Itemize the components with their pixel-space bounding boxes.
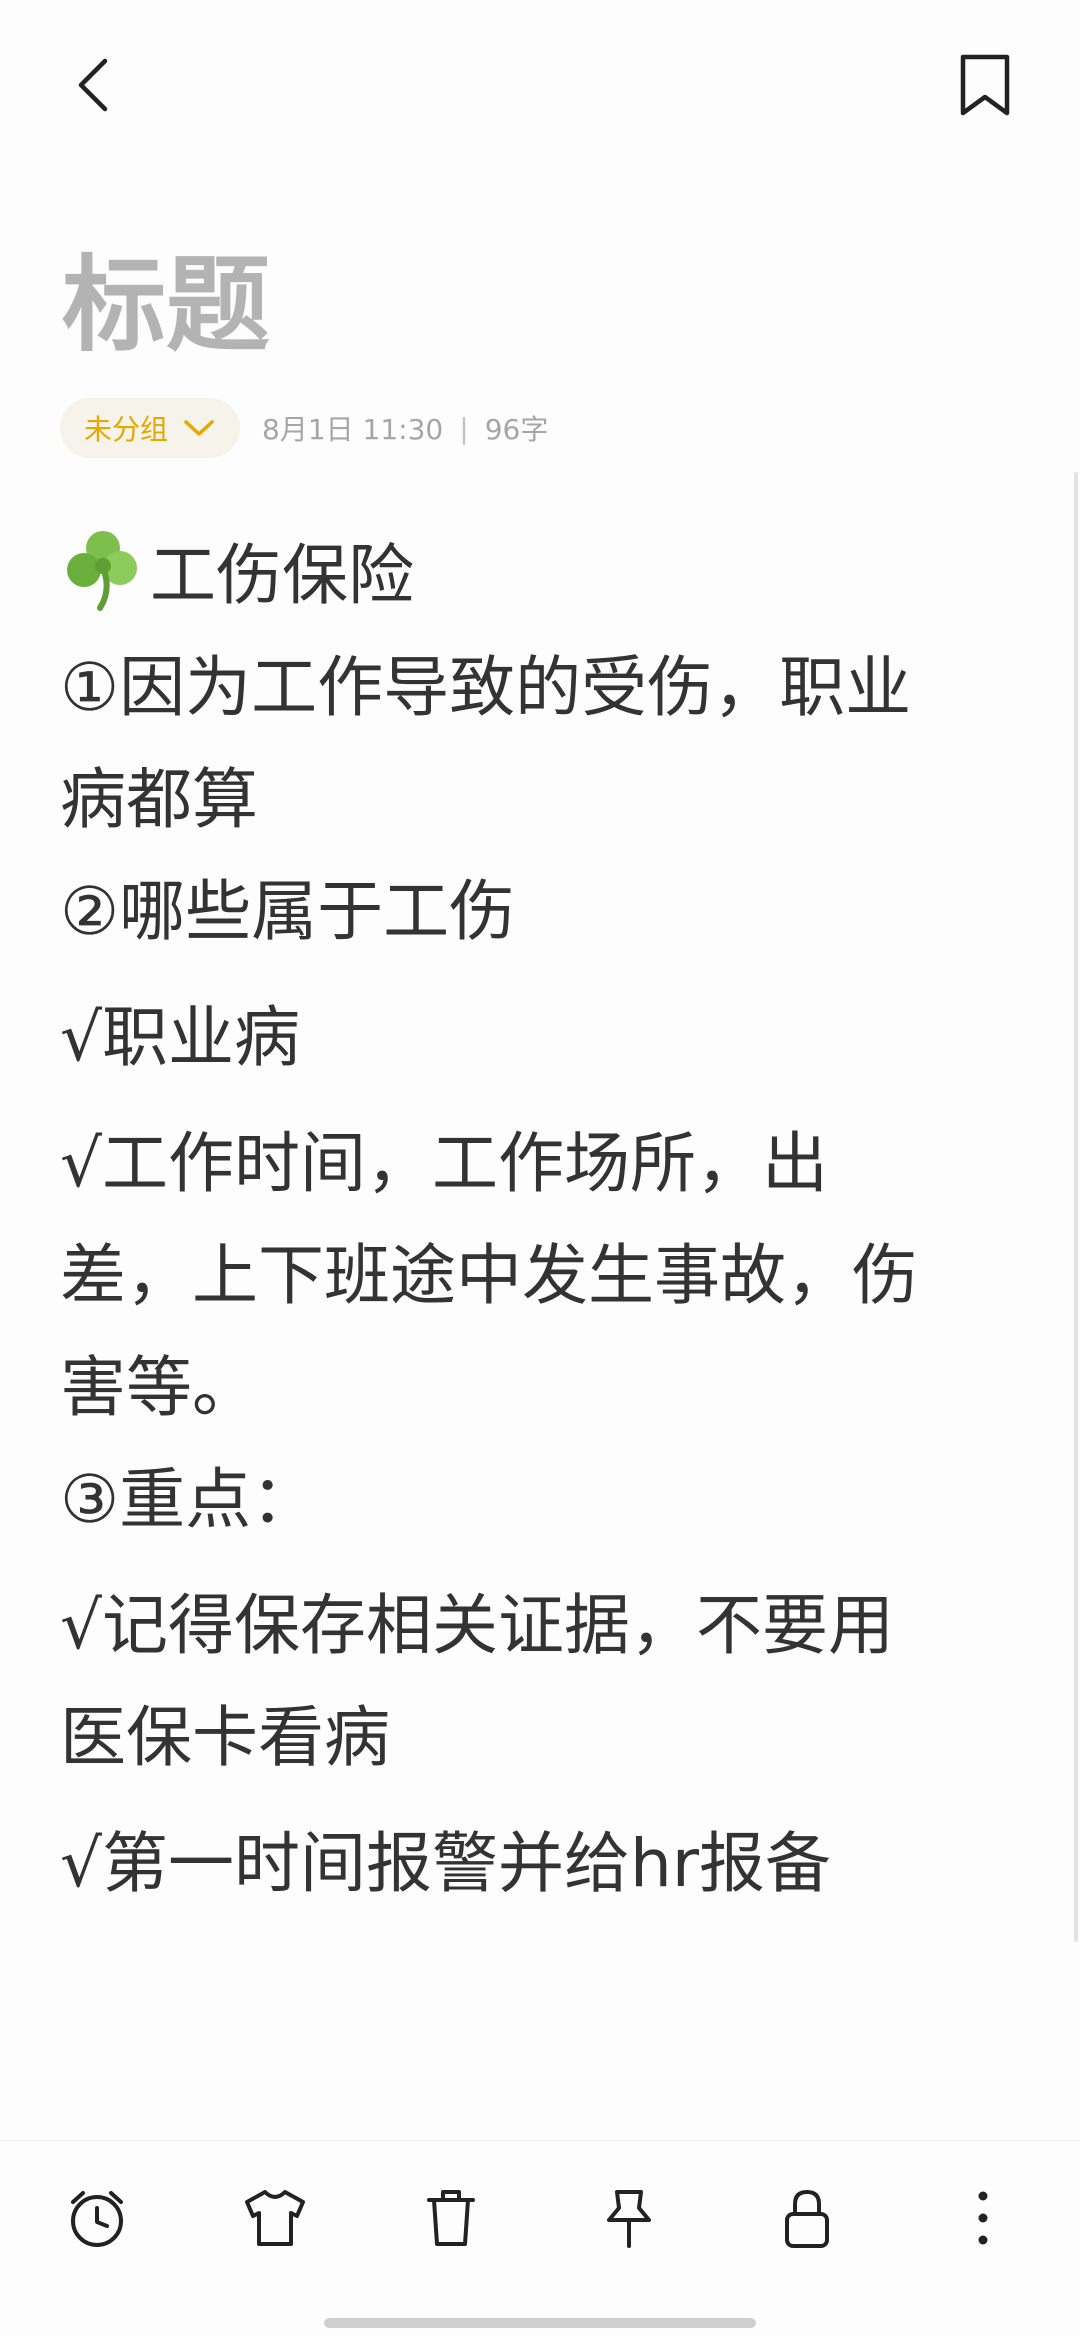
content-line: ②哪些属于工伤 — [60, 873, 516, 950]
pin-icon — [607, 2190, 651, 2248]
group-selector[interactable]: 未分组 — [60, 398, 241, 458]
lock-icon — [785, 2189, 829, 2248]
chevron-down-icon — [184, 420, 214, 436]
content-line: √记得保存相关证据，不要用 — [60, 1587, 895, 1664]
note-body[interactable]: 工伤保险 ①因为工作导致的受伤，职业 病都算 ②哪些属于工伤 √职业病 √工作时… — [60, 520, 1020, 1920]
meta-separator: | — [459, 411, 469, 445]
content-line: ③重点： — [60, 1461, 318, 1538]
content-line: 害等。 — [60, 1349, 258, 1426]
pin-button[interactable] — [584, 2173, 674, 2263]
trash-icon — [427, 2190, 475, 2246]
tshirt-icon — [245, 2190, 305, 2246]
note-datetime: 8月1日 11:30 — [262, 413, 444, 446]
content-line: ①因为工作导致的受伤，职业 — [60, 649, 912, 726]
content-text: 工伤保险 — [150, 537, 414, 614]
note-editor-screen: 标题 未分组 8月1日 11:30 | 96字 工伤保险 ①因为工作导致的受伤，… — [0, 0, 1080, 2336]
shamrock-icon — [67, 531, 137, 611]
more-vertical-icon — [978, 2191, 988, 2245]
content-line: 病都算 — [60, 761, 258, 838]
alarm-clock-icon — [71, 2191, 123, 2247]
content-line-heading: 工伤保险 — [60, 520, 1020, 632]
note-meta: 未分组 8月1日 11:30 | 96字 — [60, 398, 548, 458]
content-line: √工作时间，工作场所，出 — [60, 1125, 829, 1202]
content-line: √第一时间报警并给hr报备 — [60, 1825, 832, 1902]
content-line: √职业病 — [60, 999, 301, 1076]
content-line: 医保卡看病 — [60, 1699, 390, 1776]
content-line: 差，上下班途中发生事故，伤 — [60, 1237, 918, 1314]
note-title[interactable]: 标题 — [62, 240, 270, 370]
back-button[interactable] — [50, 40, 140, 130]
home-indicator[interactable] — [324, 2318, 756, 2328]
bookmark-button[interactable] — [940, 40, 1030, 130]
more-options-button[interactable] — [938, 2173, 1028, 2263]
group-label: 未分组 — [84, 413, 169, 446]
bottom-toolbar — [0, 2140, 1080, 2297]
lock-button[interactable] — [762, 2173, 852, 2263]
reminder-button[interactable] — [52, 2173, 142, 2263]
bookmark-icon — [960, 54, 1010, 116]
top-bar — [0, 0, 1080, 170]
word-count: 96字 — [484, 413, 549, 446]
scroll-indicator — [1074, 472, 1078, 1942]
delete-button[interactable] — [406, 2173, 496, 2263]
back-arrow-icon — [78, 58, 108, 112]
theme-button[interactable] — [230, 2173, 320, 2263]
